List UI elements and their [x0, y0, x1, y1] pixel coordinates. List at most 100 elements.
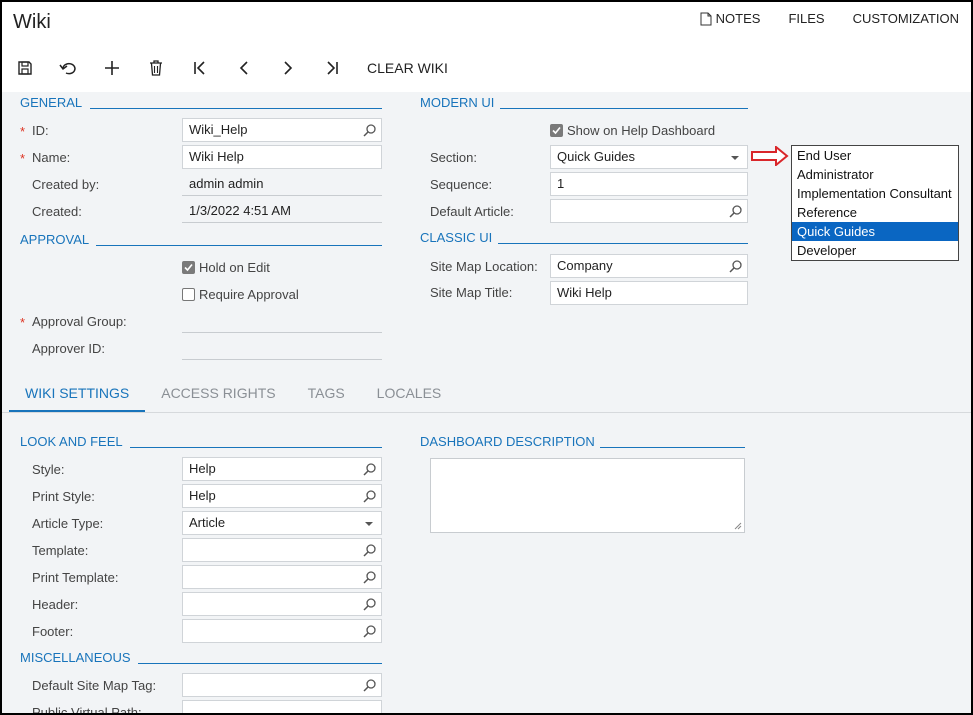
- tab-access-rights[interactable]: ACCESS RIGHTS: [145, 380, 291, 412]
- search-icon[interactable]: [729, 259, 743, 273]
- checkbox-checked[interactable]: [550, 124, 563, 137]
- classic-ui-section-header: CLASSIC UI: [420, 230, 748, 246]
- default-article-field[interactable]: [550, 199, 748, 223]
- look-and-feel-title: LOOK AND FEEL: [20, 434, 123, 449]
- dropdown-option-administrator[interactable]: Administrator: [792, 165, 958, 184]
- search-icon[interactable]: [363, 624, 377, 638]
- name-required-mark: *: [20, 151, 26, 166]
- first-record-button[interactable]: [178, 56, 222, 80]
- default-article-label: Default Article:: [430, 204, 514, 219]
- search-icon[interactable]: [363, 597, 377, 611]
- miscellaneous-section-header: MISCELLANEOUS: [20, 650, 382, 666]
- show-on-help-dashboard-checkbox[interactable]: Show on Help Dashboard: [550, 123, 715, 138]
- chevron-down-icon[interactable]: [365, 522, 373, 526]
- name-value: Wiki Help: [189, 149, 244, 164]
- top-links: NOTES FILES CUSTOMIZATION: [700, 11, 959, 26]
- clear-wiki-button[interactable]: CLEAR WIKI: [367, 60, 448, 76]
- last-record-button[interactable]: [310, 56, 354, 80]
- approver-id-field[interactable]: [182, 336, 382, 360]
- dashboard-description-textarea[interactable]: [430, 458, 745, 533]
- public-virtual-path-field[interactable]: [182, 700, 382, 713]
- search-icon[interactable]: [363, 123, 377, 137]
- checkbox-checked[interactable]: [182, 261, 195, 274]
- print-style-field[interactable]: Help: [182, 484, 382, 508]
- add-button[interactable]: [90, 56, 134, 80]
- dashboard-description-title: DASHBOARD DESCRIPTION: [420, 434, 595, 449]
- last-icon: [327, 61, 338, 75]
- header-field[interactable]: [182, 592, 382, 616]
- style-label: Style:: [32, 462, 65, 477]
- approval-section-header: APPROVAL: [20, 232, 382, 248]
- footer-label: Footer:: [32, 624, 74, 639]
- dropdown-option-developer[interactable]: Developer: [792, 241, 958, 260]
- dropdown-option-quick-guides[interactable]: Quick Guides: [792, 222, 958, 241]
- dropdown-option-implementation-consultant[interactable]: Implementation Consultant: [792, 184, 958, 203]
- name-label: Name:: [32, 150, 71, 165]
- section-dropdown-list: End User Administrator Implementation Co…: [791, 145, 959, 261]
- dashboard-description-section-header: DASHBOARD DESCRIPTION: [420, 434, 745, 450]
- template-field[interactable]: [182, 538, 382, 562]
- save-button[interactable]: [14, 56, 36, 80]
- files-button[interactable]: FILES: [788, 11, 824, 26]
- name-field[interactable]: Wiki Help: [182, 145, 382, 169]
- next-record-button[interactable]: [266, 56, 310, 80]
- section-value: Quick Guides: [557, 149, 636, 164]
- customization-button[interactable]: CUSTOMIZATION: [853, 11, 959, 26]
- undo-button[interactable]: [46, 56, 90, 80]
- section-select[interactable]: Quick Guides: [550, 145, 748, 169]
- require-approval-label: Require Approval: [199, 287, 299, 302]
- template-label: Template:: [32, 543, 89, 558]
- tab-divider: [2, 412, 971, 413]
- default-site-map-tag-field[interactable]: [182, 673, 382, 697]
- site-map-title-field[interactable]: Wiki Help: [550, 281, 748, 305]
- header: Wiki NOTES FILES CUSTOMIZATION CLEAR WIK…: [2, 2, 971, 92]
- resize-handle-icon[interactable]: [734, 522, 742, 530]
- notes-label: NOTES: [715, 11, 761, 26]
- site-map-location-value: Company: [557, 258, 613, 273]
- approval-title: APPROVAL: [20, 232, 90, 247]
- search-icon[interactable]: [363, 543, 377, 557]
- approval-group-label: Approval Group:: [32, 314, 127, 329]
- id-field[interactable]: Wiki_Help: [182, 118, 382, 142]
- print-style-value: Help: [189, 488, 216, 503]
- footer-field[interactable]: [182, 619, 382, 643]
- sequence-value: 1: [557, 176, 565, 191]
- page-title: Wiki: [13, 11, 51, 33]
- approval-group-field[interactable]: [182, 309, 382, 333]
- article-type-select[interactable]: Article: [182, 511, 382, 535]
- search-icon[interactable]: [363, 462, 377, 476]
- checkbox-unchecked[interactable]: [182, 288, 195, 301]
- created-by-label: Created by:: [32, 177, 100, 192]
- notes-button[interactable]: NOTES: [700, 11, 761, 26]
- sequence-field[interactable]: 1: [550, 172, 748, 196]
- tab-wiki-settings[interactable]: WIKI SETTINGS: [9, 380, 146, 412]
- public-virtual-path-label: Public Virtual Path:: [32, 705, 142, 715]
- miscellaneous-title: MISCELLANEOUS: [20, 650, 131, 665]
- print-template-field[interactable]: [182, 565, 382, 589]
- tab-bar: WIKI SETTINGS ACCESS RIGHTS TAGS LOCALES: [9, 380, 457, 412]
- id-label: ID:: [32, 123, 49, 138]
- arrow-right-icon: [751, 146, 789, 166]
- hold-on-edit-label: Hold on Edit: [199, 260, 270, 275]
- previous-record-button[interactable]: [222, 56, 266, 80]
- search-icon[interactable]: [363, 489, 377, 503]
- search-icon[interactable]: [363, 570, 377, 584]
- chevron-down-icon[interactable]: [731, 156, 739, 160]
- dropdown-option-end-user[interactable]: End User: [792, 146, 958, 165]
- search-icon[interactable]: [363, 678, 377, 692]
- sequence-label: Sequence:: [430, 177, 493, 192]
- search-icon[interactable]: [729, 204, 743, 218]
- default-site-map-tag-label: Default Site Map Tag:: [32, 678, 157, 693]
- hold-on-edit-checkbox[interactable]: Hold on Edit: [182, 260, 270, 275]
- dropdown-option-reference[interactable]: Reference: [792, 203, 958, 222]
- note-icon: [700, 12, 712, 25]
- site-map-location-label: Site Map Location:: [430, 259, 538, 274]
- style-field[interactable]: Help: [182, 457, 382, 481]
- article-type-value: Article: [189, 515, 226, 530]
- tab-tags[interactable]: TAGS: [292, 380, 361, 412]
- site-map-location-field[interactable]: Company: [550, 254, 748, 278]
- tab-locales[interactable]: LOCALES: [361, 380, 458, 412]
- approver-id-label: Approver ID:: [32, 341, 105, 356]
- delete-button[interactable]: [134, 56, 178, 80]
- require-approval-checkbox[interactable]: Require Approval: [182, 287, 299, 302]
